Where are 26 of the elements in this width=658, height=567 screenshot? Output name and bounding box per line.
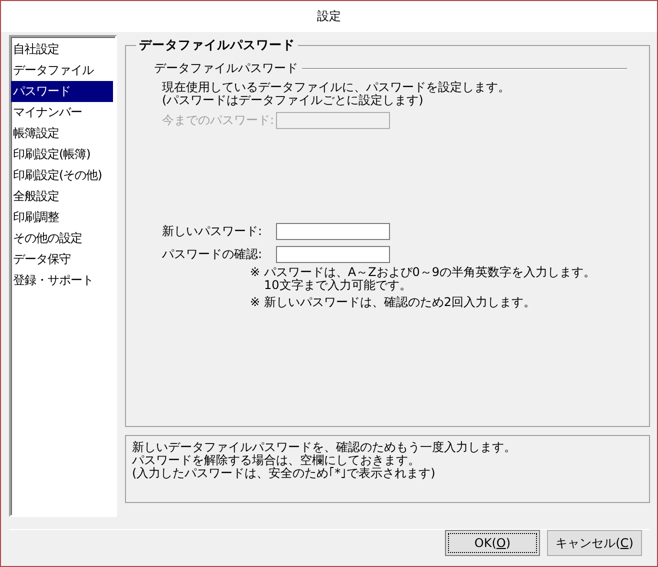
field-label: 新しいパスワード:	[162, 223, 264, 240]
password-field[interactable]	[276, 246, 390, 263]
sidebar-item[interactable]: マイナンバー	[11, 102, 113, 123]
sidebar-item[interactable]: その他の設定	[11, 228, 113, 249]
dialog-button[interactable]: OK(O)	[445, 530, 540, 556]
sidebar-item[interactable]: 自社設定	[11, 39, 113, 60]
section-title: データファイルパスワード	[154, 60, 298, 77]
sidebar-item[interactable]: 印刷設定(帳簿)	[11, 144, 113, 165]
panel-title: データファイルパスワード	[136, 37, 298, 54]
sidebar-item[interactable]: 印刷調整	[11, 207, 113, 228]
password-field[interactable]	[276, 223, 390, 240]
window-title: 設定	[317, 8, 341, 25]
field-label: 今までのパスワード:	[162, 112, 276, 129]
sidebar-item[interactable]: 帳簿設定	[11, 123, 113, 144]
note-text: ※ 新しいパスワードは、確認のため2回入力します。	[250, 296, 537, 309]
field-label: パスワードの確認:	[162, 246, 264, 263]
sidebar-item[interactable]: データ保守	[11, 249, 113, 270]
description-text: 現在使用しているデータファイルに、パスワードを設定します。 (パスワードはデータファイルごとに設定します)	[162, 81, 511, 107]
note-text: ※ パスワードは、A～Zおよび0～9の半角英数字を入力します。 10文字まで入力可能です。	[250, 266, 597, 292]
dialog-button[interactable]: キャンセル(C)	[547, 530, 642, 556]
sidebar-item[interactable]: 全般設定	[11, 186, 113, 207]
help-text: 新しいデータファイルパスワードを、確認のためもう一度入力します。 パスワードを解除する場合は、空欄にしておきます。 (入力したパスワードは、安全のため｢*｣で表示されます)	[132, 441, 517, 480]
sidebar-item[interactable]: 登録・サポート	[11, 270, 113, 291]
sidebar-item[interactable]: データファイル	[11, 60, 113, 81]
sidebar-item[interactable]: 印刷設定(その他)	[11, 165, 113, 186]
sidebar-item[interactable]: パスワード	[11, 81, 113, 102]
